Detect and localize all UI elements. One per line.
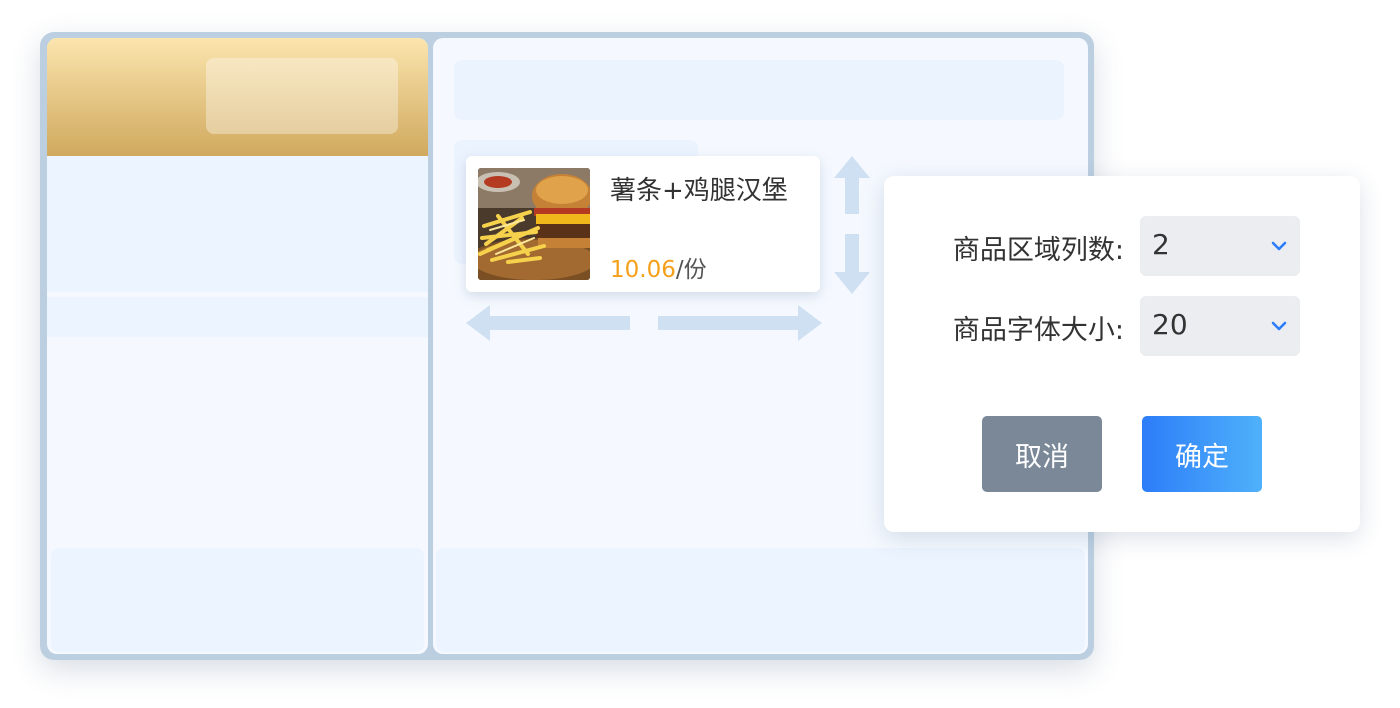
columns-label: 商品区域列数: <box>952 235 1124 266</box>
chevron-down-icon <box>1271 241 1287 251</box>
product-card[interactable]: 薯条+鸡腿汉堡 10.06/份 <box>466 156 820 292</box>
font-size-select-value: 20 <box>1152 308 1188 341</box>
product-name: 薯条+鸡腿汉堡 <box>610 176 788 206</box>
left-header-banner <box>47 38 428 156</box>
left-content-bar <box>47 297 428 337</box>
fries-burger-photo <box>478 168 590 280</box>
right-footer-block <box>436 548 1085 652</box>
chevron-down-icon <box>1271 321 1287 331</box>
price-value: 10.06 <box>610 257 676 283</box>
left-panel <box>47 38 428 654</box>
arrow-left-icon <box>466 305 630 341</box>
arrow-up-icon <box>834 156 870 214</box>
left-footer-block <box>51 548 424 652</box>
left-content-block <box>47 156 428 292</box>
columns-select[interactable]: 2 <box>1140 216 1300 276</box>
columns-select-value: 2 <box>1152 228 1170 261</box>
product-price: 10.06/份 <box>610 250 707 284</box>
right-top-bar <box>454 60 1064 120</box>
font-size-select[interactable]: 20 <box>1140 296 1300 356</box>
cancel-button[interactable]: 取消 <box>982 416 1102 492</box>
arrow-right-icon <box>658 305 822 341</box>
confirm-button[interactable]: 确定 <box>1142 416 1262 492</box>
header-badge-placeholder <box>206 58 398 134</box>
settings-dialog: 商品区域列数: 2 商品字体大小: 20 取消 确定 <box>884 176 1360 532</box>
price-unit: /份 <box>675 257 707 283</box>
font-size-label: 商品字体大小: <box>952 315 1124 346</box>
arrow-down-icon <box>834 234 870 294</box>
